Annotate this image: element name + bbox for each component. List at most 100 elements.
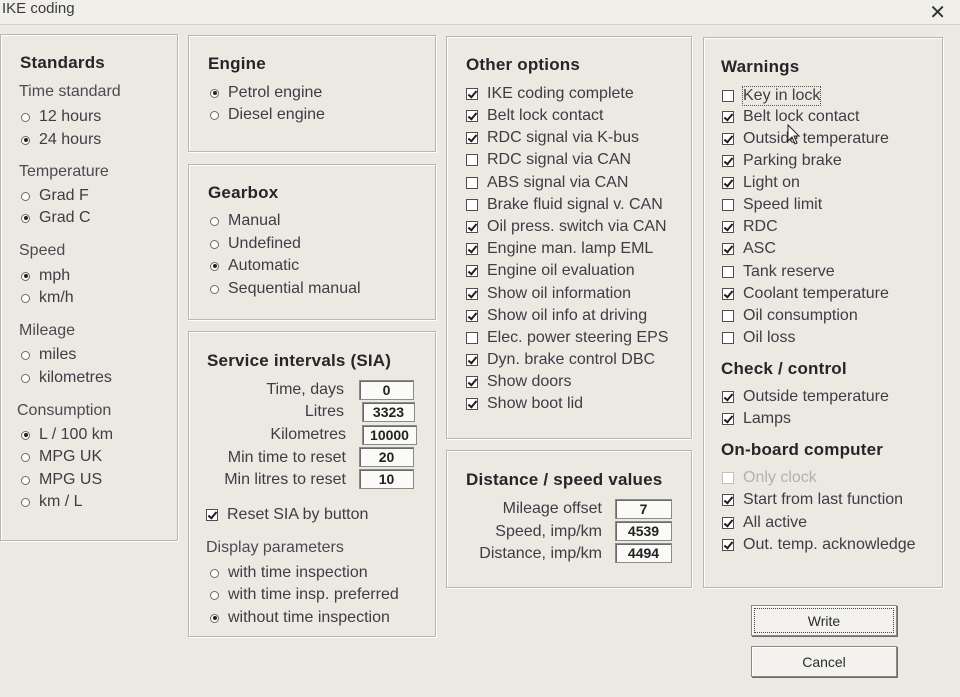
checkbox-cc-outside-temp[interactable]: Outside temperature — [722, 388, 889, 406]
checkbox-label: Show boot lid — [487, 395, 584, 412]
checkbox-key-in-lock[interactable]: Key in lock — [722, 86, 822, 106]
checkbox-indicator — [722, 472, 734, 484]
checkbox-abs-signal-can[interactable]: ABS signal via CAN — [466, 174, 628, 192]
reset-sia-checkbox[interactable]: Reset SIA by button — [206, 506, 368, 524]
checkbox-parking-brake[interactable]: Parking brake — [722, 152, 842, 170]
radio-24-hours[interactable]: 24 hours — [21, 131, 101, 149]
sia-min-time-label: Min time to reset — [227, 449, 346, 466]
radio-grad-f[interactable]: Grad F — [21, 187, 89, 205]
checkbox-rdc-signal-kbus[interactable]: RDC signal via K-bus — [466, 129, 639, 147]
radio-indicator — [21, 213, 30, 223]
radio-km-l[interactable]: km / L — [21, 493, 83, 511]
checkbox-all-active[interactable]: All active — [722, 514, 807, 532]
radio-indicator — [21, 271, 30, 281]
radio-12-hours[interactable]: 12 hours — [21, 108, 101, 126]
sia-litres-label: Litres — [304, 403, 344, 420]
radio-grad-c[interactable]: Grad C — [21, 209, 91, 227]
checkbox-label: ABS signal via CAN — [487, 174, 629, 191]
radio-undefined[interactable]: Undefined — [210, 235, 301, 253]
radio-indicator — [210, 110, 219, 120]
mileage-offset-label: Mileage offset — [502, 500, 602, 517]
checkbox-belt-lock-contact[interactable]: Belt lock contact — [466, 107, 604, 125]
checkbox-label: Key in lock — [741, 86, 822, 106]
radio-with-time-insp-preferred[interactable]: with time insp. preferred — [210, 586, 399, 604]
checkbox-show-oil-info-driving[interactable]: Show oil info at driving — [466, 307, 647, 325]
sia-min-litres-field[interactable]: 10 — [359, 469, 414, 489]
checkbox-warn-outside-temp[interactable]: Outside temperature — [722, 130, 889, 148]
radio-kilometres[interactable]: kilometres — [21, 369, 112, 387]
checkbox-cc-lamps[interactable]: Lamps — [722, 410, 791, 428]
cancel-button[interactable]: Cancel — [751, 646, 897, 677]
checkbox-engine-oil-evaluation[interactable]: Engine oil evaluation — [466, 262, 635, 280]
radio-sequential-manual[interactable]: Sequential manual — [210, 280, 361, 298]
speed-label: Speed — [19, 242, 66, 259]
checkbox-indicator — [466, 354, 478, 366]
radio-label: miles — [39, 346, 77, 363]
radio-without-time-inspection[interactable]: without time inspection — [210, 609, 390, 627]
checkbox-asc[interactable]: ASC — [722, 240, 776, 258]
checkbox-show-oil-information[interactable]: Show oil information — [466, 285, 631, 303]
checkbox-show-boot-lid[interactable]: Show boot lid — [466, 395, 583, 413]
radio-kmh[interactable]: km/h — [21, 289, 74, 307]
radio-l-100km[interactable]: L / 100 km — [21, 426, 113, 444]
write-button[interactable]: Write — [751, 605, 897, 636]
sia-litres-field[interactable]: 3323 — [362, 402, 415, 422]
checkbox-indicator — [722, 494, 734, 506]
radio-manual[interactable]: Manual — [210, 212, 280, 230]
sia-min-time-field[interactable]: 20 — [359, 447, 414, 467]
checkbox-label: All active — [743, 514, 808, 531]
radio-miles[interactable]: miles — [21, 346, 76, 364]
checkbox-label: Oil press. switch via CAN — [487, 218, 667, 235]
checkbox-indicator — [466, 310, 478, 322]
radio-indicator — [21, 452, 30, 462]
radio-label: kilometres — [39, 369, 112, 386]
close-icon[interactable]: ✕ — [929, 1, 946, 23]
radio-mpg-uk[interactable]: MPG UK — [21, 448, 102, 466]
checkbox-speed-limit[interactable]: Speed limit — [722, 196, 822, 214]
radio-diesel-engine[interactable]: Diesel engine — [210, 106, 325, 124]
sia-kilometres-field[interactable]: 10000 — [362, 425, 417, 445]
checkbox-indicator — [722, 221, 734, 233]
sia-min-litres-label: Min litres to reset — [224, 471, 346, 488]
checkbox-indicator — [466, 376, 478, 388]
checkbox-start-last-function[interactable]: Start from last function — [722, 491, 903, 509]
checkbox-brake-fluid-signal[interactable]: Brake fluid signal v. CAN — [466, 196, 663, 214]
checkbox-oil-consumption[interactable]: Oil consumption — [722, 307, 858, 325]
checkbox-light-on[interactable]: Light on — [722, 174, 800, 192]
checkbox-oil-press-switch[interactable]: Oil press. switch via CAN — [466, 218, 667, 236]
radio-label: MPG US — [39, 471, 103, 488]
sia-time-days-field[interactable]: 0 — [359, 380, 414, 400]
checkbox-only-clock[interactable]: Only clock — [722, 469, 817, 487]
other-options-title: Other options — [466, 55, 581, 74]
radio-label: with time inspection — [228, 564, 368, 581]
display-parameters-label: Display parameters — [206, 539, 344, 556]
radio-mph[interactable]: mph — [21, 267, 70, 285]
checkbox-indicator — [722, 177, 734, 189]
checkbox-out-temp-ack[interactable]: Out. temp. acknowledge — [722, 536, 916, 554]
checkbox-rdc-signal-can[interactable]: RDC signal via CAN — [466, 151, 631, 169]
checkbox-label: Engine man. lamp EML — [487, 240, 654, 257]
radio-petrol-engine[interactable]: Petrol engine — [210, 84, 322, 102]
speed-imp-field[interactable]: 4539 — [615, 521, 672, 541]
radio-label: Grad C — [39, 209, 91, 226]
checkbox-rdc[interactable]: RDC — [722, 218, 778, 236]
gearbox-title: Gearbox — [208, 183, 279, 202]
radio-mpg-us[interactable]: MPG US — [21, 471, 102, 489]
radio-label: Petrol engine — [228, 84, 323, 101]
distance-imp-field[interactable]: 4494 — [615, 543, 672, 563]
checkbox-oil-loss[interactable]: Oil loss — [722, 329, 795, 347]
checkbox-dyn-brake-control[interactable]: Dyn. brake control DBC — [466, 351, 655, 369]
checkbox-tank-reserve[interactable]: Tank reserve — [722, 263, 835, 281]
radio-automatic[interactable]: Automatic — [210, 257, 299, 275]
checkbox-engine-man-lamp[interactable]: Engine man. lamp EML — [466, 240, 653, 258]
radio-with-time-inspection[interactable]: with time inspection — [210, 564, 368, 582]
radio-label: 24 hours — [39, 131, 102, 148]
checkbox-label: Elec. power steering EPS — [487, 329, 669, 346]
checkbox-ike-coding-complete[interactable]: IKE coding complete — [466, 85, 634, 103]
checkbox-show-doors[interactable]: Show doors — [466, 373, 572, 391]
checkbox-coolant-temp[interactable]: Coolant temperature — [722, 285, 889, 303]
mileage-offset-field[interactable]: 7 — [615, 499, 672, 519]
checkbox-elec-power-steering[interactable]: Elec. power steering EPS — [466, 329, 668, 347]
radio-indicator — [210, 261, 219, 271]
checkbox-indicator — [722, 90, 734, 102]
